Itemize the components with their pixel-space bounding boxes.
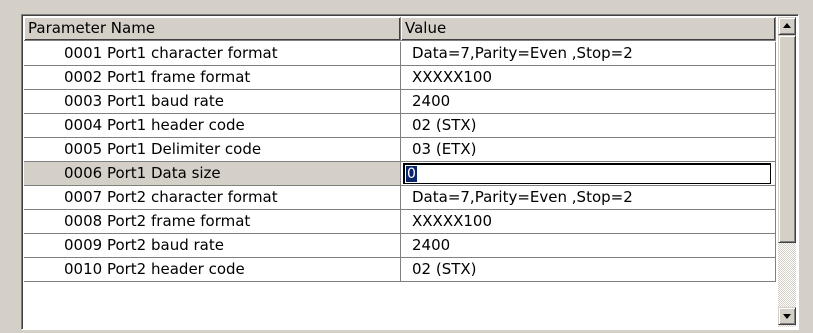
selected-value-text[interactable]: 0 <box>406 166 417 182</box>
parameter-name-cell[interactable]: 0004 Port1 header code <box>24 114 401 138</box>
value-cell[interactable]: 02 (STX) <box>401 258 776 282</box>
arrow-up-icon <box>783 23 791 28</box>
parameter-name-cell[interactable]: 0010 Port2 header code <box>24 258 401 282</box>
parameter-name-cell[interactable]: 0007 Port2 character format <box>24 186 401 210</box>
scroll-up-button[interactable] <box>778 17 796 35</box>
table-row[interactable]: 0005 Port1 Delimiter code 03 (ETX) <box>24 138 776 162</box>
scroll-down-button[interactable] <box>778 307 796 325</box>
column-header-value[interactable]: Value <box>401 17 776 41</box>
value-cell[interactable]: Data=7,Parity=Even ,Stop=2 <box>401 42 776 66</box>
parameter-grid: Parameter Name Value 0001 Port1 characte… <box>21 14 799 330</box>
table-row[interactable]: 0001 Port1 character format Data=7,Parit… <box>24 42 776 66</box>
grid-header: Parameter Name Value <box>24 17 776 42</box>
value-cell[interactable]: 2400 <box>401 234 776 258</box>
value-cell[interactable]: 03 (ETX) <box>401 138 776 162</box>
parameter-name-cell[interactable]: 0003 Port1 baud rate <box>24 90 401 114</box>
arrow-down-icon <box>783 314 791 319</box>
table-row[interactable]: 0007 Port2 character format Data=7,Parit… <box>24 186 776 210</box>
value-cell[interactable]: 0 <box>401 162 776 186</box>
table-row[interactable]: 0004 Port1 header code 02 (STX) <box>24 114 776 138</box>
vertical-scrollbar[interactable] <box>778 17 796 327</box>
parameter-name-cell[interactable]: 0009 Port2 baud rate <box>24 234 401 258</box>
value-cell[interactable]: 2400 <box>401 90 776 114</box>
parameter-name-cell[interactable]: 0006 Port1 Data size <box>24 162 401 186</box>
table-row[interactable]: 0003 Port1 baud rate 2400 <box>24 90 776 114</box>
parameter-name-cell[interactable]: 0008 Port2 frame format <box>24 210 401 234</box>
table-row[interactable]: 0002 Port1 frame format XXXXX100 <box>24 66 776 90</box>
column-header-parameter-name[interactable]: Parameter Name <box>24 17 401 41</box>
value-cell[interactable]: XXXXX100 <box>401 66 776 90</box>
value-cell[interactable]: Data=7,Parity=Even ,Stop=2 <box>401 186 776 210</box>
value-cell[interactable]: XXXXX100 <box>401 210 776 234</box>
table-row[interactable]: 0010 Port2 header code 02 (STX) <box>24 258 776 282</box>
parameter-name-cell[interactable]: 0001 Port1 character format <box>24 42 401 66</box>
value-cell[interactable]: 02 (STX) <box>401 114 776 138</box>
parameter-name-cell[interactable]: 0002 Port1 frame format <box>24 66 401 90</box>
table-row[interactable]: 0009 Port2 baud rate 2400 <box>24 234 776 258</box>
parameter-name-cell[interactable]: 0005 Port1 Delimiter code <box>24 138 401 162</box>
table-row-selected[interactable]: 0006 Port1 Data size 0 <box>24 162 776 186</box>
table-row[interactable]: 0008 Port2 frame format XXXXX100 <box>24 210 776 234</box>
scrollbar-thumb[interactable] <box>778 35 796 243</box>
value-edit-field[interactable]: 0 <box>403 163 771 184</box>
grid-body: 0001 Port1 character format Data=7,Parit… <box>24 42 776 282</box>
